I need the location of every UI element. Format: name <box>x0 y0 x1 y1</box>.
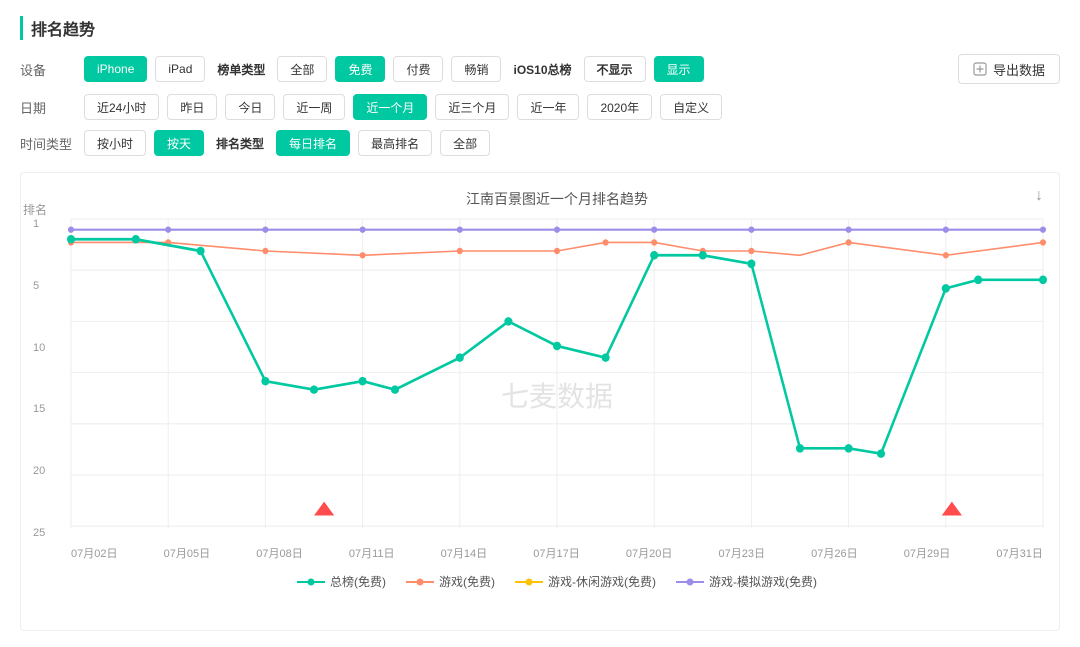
event-arrow-1 <box>314 502 334 516</box>
chart-container: 江南百景图近一个月排名趋势 ↓ 排名 1 5 10 15 20 25 七麦数据 <box>20 172 1060 631</box>
date-today-btn[interactable]: 今日 <box>225 94 275 120</box>
export-data-btn[interactable]: 导出数据 <box>958 54 1060 84</box>
rank-daily-btn[interactable]: 每日排名 <box>276 130 350 156</box>
date-label: 日期 <box>20 98 76 117</box>
chart-title: 江南百景图近一个月排名趋势 <box>71 189 1043 209</box>
event-arrow-2 <box>942 502 962 516</box>
list-paid-btn[interactable]: 付费 <box>393 56 443 82</box>
date-yesterday-btn[interactable]: 昨日 <box>167 94 217 120</box>
list-free-btn[interactable]: 免费 <box>335 56 385 82</box>
device-filter-row: 设备 iPhone iPad 榜单类型 全部 免费 付费 畅销 iOS10总榜 … <box>20 54 1060 84</box>
date-24h-btn[interactable]: 近24小时 <box>84 94 159 120</box>
date-month-btn[interactable]: 近一个月 <box>353 94 427 120</box>
y-axis-title: 排名 <box>23 201 47 218</box>
time-day-btn[interactable]: 按天 <box>154 130 204 156</box>
list-type-label: 榜单类型 <box>213 56 269 82</box>
time-hour-btn[interactable]: 按小时 <box>84 130 146 156</box>
chart-legend: 总榜(免费) 游戏(免费) 游戏-休闲游戏(免费) <box>71 573 1043 590</box>
device-ipad-btn[interactable]: iPad <box>155 56 205 82</box>
chart-area: 排名 1 5 10 15 20 25 七麦数据 <box>71 219 1043 539</box>
time-label: 时间类型 <box>20 134 76 153</box>
date-week-btn[interactable]: 近一周 <box>283 94 345 120</box>
date-custom-btn[interactable]: 自定义 <box>660 94 722 120</box>
legend-game-free: 游戏(免费) <box>406 573 495 590</box>
y-axis-labels: 1 5 10 15 20 25 <box>33 219 45 539</box>
device-iphone-btn[interactable]: iPhone <box>84 56 147 82</box>
list-all-btn[interactable]: 全部 <box>277 56 327 82</box>
chart-svg <box>71 219 1043 539</box>
date-3month-btn[interactable]: 近三个月 <box>435 94 509 120</box>
date-year-btn[interactable]: 近一年 <box>517 94 579 120</box>
legend-casual-free: 游戏-休闲游戏(免费) <box>515 573 656 590</box>
export-label: 导出数据 <box>993 60 1045 79</box>
legend-sim-free: 游戏-模拟游戏(免费) <box>676 573 817 590</box>
page-title: 排名趋势 <box>20 16 1060 40</box>
x-axis-labels: 07月02日 07月05日 07月08日 07月11日 07月14日 07月17… <box>71 545 1043 561</box>
list-top-grossing-btn[interactable]: 畅销 <box>451 56 501 82</box>
time-filter-row: 时间类型 按小时 按天 排名类型 每日排名 最高排名 全部 <box>20 130 1060 156</box>
ios10-label: iOS10总榜 <box>509 56 575 82</box>
legend-total-free-icon <box>297 576 325 588</box>
legend-sim-free-icon <box>676 576 704 588</box>
legend-total-free: 总榜(免费) <box>297 573 386 590</box>
ios10-hide-btn[interactable]: 不显示 <box>584 56 646 82</box>
export-icon <box>973 62 987 76</box>
rank-type-label: 排名类型 <box>212 130 268 156</box>
rank-all-btn[interactable]: 全部 <box>440 130 490 156</box>
date-filter-row: 日期 近24小时 昨日 今日 近一周 近一个月 近三个月 近一年 2020年 自… <box>20 94 1060 120</box>
legend-game-free-icon <box>406 576 434 588</box>
date-2020-btn[interactable]: 2020年 <box>587 94 652 120</box>
rank-highest-btn[interactable]: 最高排名 <box>358 130 432 156</box>
device-label: 设备 <box>20 60 76 79</box>
download-icon[interactable]: ↓ <box>1035 187 1043 205</box>
legend-casual-free-icon <box>515 576 543 588</box>
ios10-show-btn[interactable]: 显示 <box>654 56 704 82</box>
